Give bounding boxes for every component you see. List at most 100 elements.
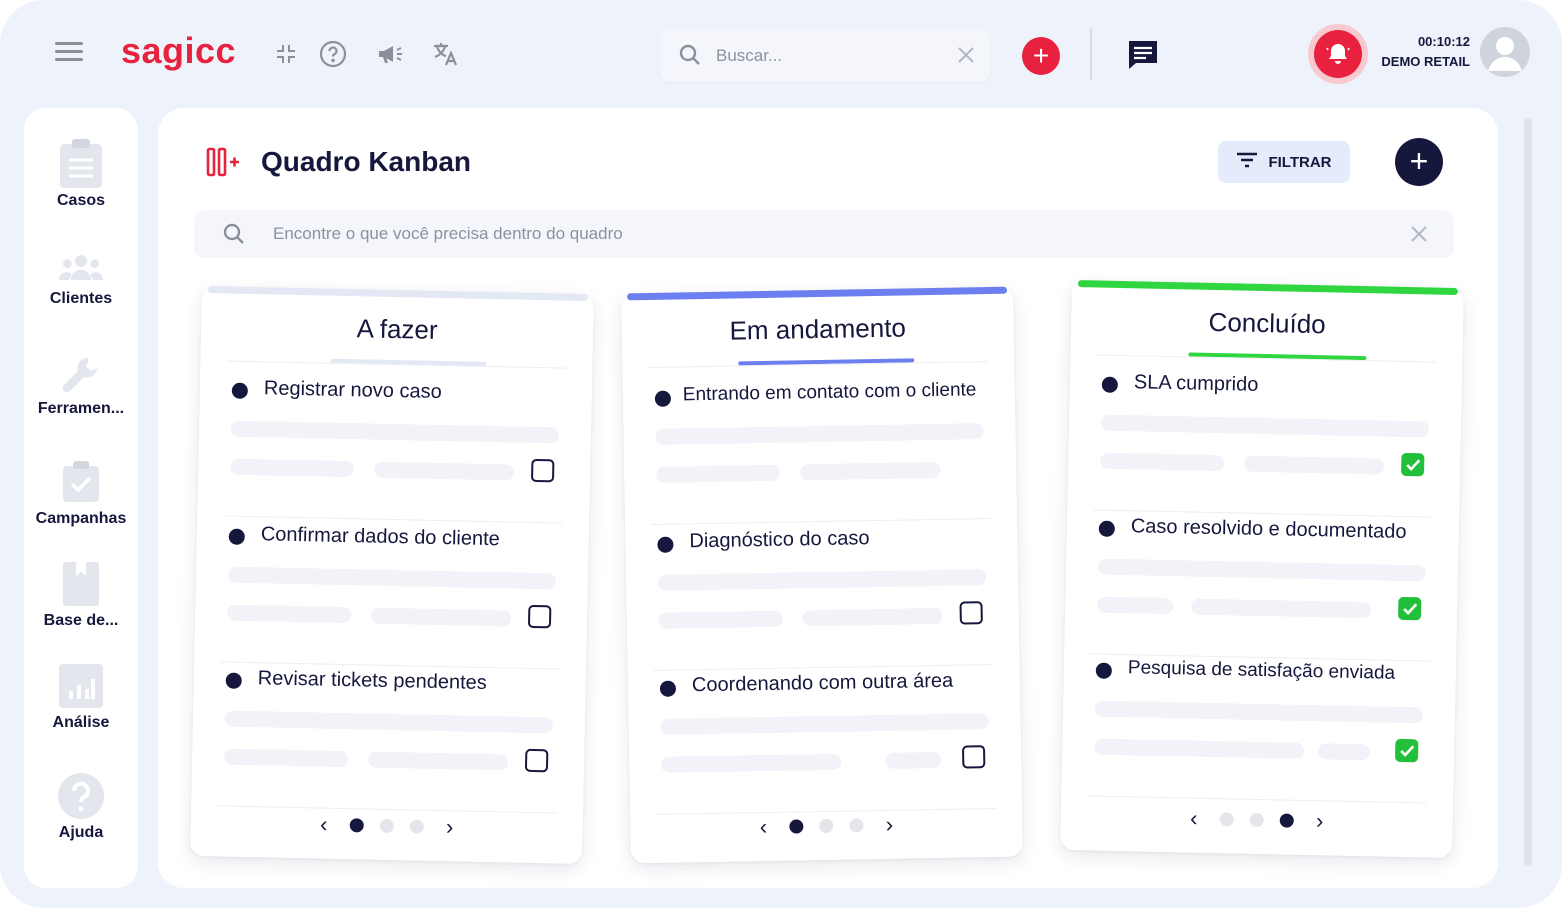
bullet-icon: [231, 382, 248, 399]
close-icon[interactable]: [956, 45, 976, 70]
kanban-column-in-progress: Em andamento Entrando em contato com o c…: [621, 286, 1023, 864]
sidebar-item-label: Ferramen...: [37, 400, 125, 417]
sidebar-item-label: Casos: [56, 192, 106, 209]
bullet-icon: [659, 680, 677, 697]
page-title: Quadro Kanban: [261, 146, 472, 177]
task-title: Pesquisa de satisfação enviada: [1127, 657, 1396, 684]
search-icon: [222, 222, 246, 251]
sidebar-item-casos[interactable]: Casos: [24, 138, 138, 210]
translate-icon[interactable]: [429, 38, 461, 70]
people-icon: [57, 248, 105, 288]
task-checkbox[interactable]: [524, 748, 549, 773]
task-card[interactable]: Entrando em contato com o cliente: [649, 377, 992, 525]
menu-icon[interactable]: [55, 42, 83, 64]
board-search[interactable]: Encontre o que você precisa dentro do qu…: [194, 210, 1454, 258]
column-title: Concluído: [1208, 306, 1326, 340]
kanban-column-todo: A fazer Registrar novo caso Confirmar da…: [190, 285, 594, 865]
task-checkbox[interactable]: [961, 745, 986, 769]
sidebar-item-ajuda[interactable]: Ajuda: [24, 770, 138, 842]
task-card[interactable]: Diagnóstico do caso: [651, 523, 994, 671]
sidebar: Casos Clientes Ferramen... Campanhas Bas…: [24, 108, 138, 888]
page-dot[interactable]: [1279, 813, 1294, 828]
chevron-left-icon[interactable]: ‹: [313, 811, 334, 837]
placeholder-line: [1318, 743, 1371, 761]
add-button[interactable]: +: [1022, 37, 1060, 75]
sidebar-item-label: Campanhas: [35, 510, 127, 527]
placeholder-line: [223, 748, 349, 768]
page-dot[interactable]: [849, 818, 864, 833]
app-logo[interactable]: sagicc: [121, 30, 236, 72]
megaphone-icon[interactable]: [374, 38, 406, 70]
filter-button[interactable]: FILTRAR: [1218, 141, 1350, 183]
global-search[interactable]: Buscar...: [660, 30, 990, 82]
help-circle-icon[interactable]: [317, 38, 349, 70]
column-title: Em andamento: [729, 312, 907, 346]
close-icon[interactable]: [1410, 225, 1428, 248]
sidebar-item-base[interactable]: Base de...: [24, 558, 138, 630]
sidebar-item-clientes[interactable]: Clientes: [24, 248, 138, 308]
user-avatar-icon[interactable]: [1480, 27, 1530, 77]
placeholder-line: [885, 751, 942, 769]
task-title: Registrar novo caso: [263, 377, 442, 403]
task-card[interactable]: Pesquisa de satisfação enviada: [1087, 654, 1430, 804]
clipboard-icon: [57, 138, 105, 190]
task-checkbox[interactable]: [959, 601, 983, 625]
page-dot[interactable]: [409, 819, 424, 834]
global-search-input[interactable]: Buscar...: [716, 46, 782, 66]
chevron-left-icon[interactable]: ‹: [1183, 805, 1204, 831]
column-pager: ‹ ›: [1061, 806, 1453, 834]
chevron-right-icon[interactable]: ›: [1309, 808, 1330, 834]
help-icon: [57, 770, 105, 822]
task-checkbox[interactable]: [530, 458, 555, 483]
task-checkbox-checked[interactable]: [1400, 452, 1425, 477]
task-title: Coordenando com outra área: [691, 669, 954, 697]
placeholder-line: [657, 569, 987, 591]
placeholder-line: [1244, 455, 1385, 475]
placeholder-line: [1100, 452, 1225, 472]
divider: [1087, 795, 1428, 804]
sidebar-item-campanhas[interactable]: Campanhas: [24, 456, 138, 528]
filter-icon: [1236, 152, 1258, 173]
page-dot[interactable]: [1249, 812, 1264, 828]
page-dot[interactable]: [789, 819, 804, 834]
task-card[interactable]: Coordenando com outra área: [654, 667, 997, 815]
column-title: A fazer: [356, 313, 438, 345]
sidebar-item-label: Clientes: [49, 290, 113, 307]
task-checkbox-checked[interactable]: [1397, 596, 1422, 621]
placeholder-line: [1094, 700, 1424, 724]
company-name: DEMO RETAIL: [1381, 54, 1470, 69]
chevron-right-icon[interactable]: ›: [439, 814, 460, 840]
task-card[interactable]: Caso resolvido e documentado: [1090, 512, 1433, 662]
task-card[interactable]: Registrar novo caso: [223, 374, 566, 524]
placeholder-line: [1191, 598, 1372, 619]
chat-icon[interactable]: [1126, 38, 1160, 77]
notifications-button[interactable]: [1308, 24, 1368, 84]
sidebar-item-ferramentas[interactable]: Ferramen...: [24, 354, 138, 418]
placeholder-line: [370, 607, 512, 627]
board-search-input[interactable]: Encontre o que você precisa dentro do qu…: [273, 224, 623, 244]
scrollbar[interactable]: [1524, 118, 1532, 866]
divider: [1090, 28, 1092, 80]
task-checkbox-checked[interactable]: [1394, 738, 1419, 763]
bullet-icon: [225, 672, 242, 689]
collapse-icon[interactable]: [270, 38, 302, 70]
sidebar-item-label: Análise: [52, 714, 110, 731]
add-task-button[interactable]: +: [1395, 138, 1443, 186]
kanban-icon: [206, 147, 242, 182]
page-dot[interactable]: [379, 818, 394, 834]
bullet-icon: [228, 528, 245, 545]
chevron-left-icon[interactable]: ‹: [753, 814, 773, 840]
task-card[interactable]: Confirmar dados do cliente: [220, 520, 563, 670]
page-dot[interactable]: [1219, 812, 1234, 827]
placeholder-line: [1100, 414, 1430, 438]
book-icon: [57, 558, 105, 610]
task-card[interactable]: SLA cumprido: [1093, 368, 1436, 518]
task-card[interactable]: Revisar tickets pendentes: [217, 664, 560, 814]
sidebar-item-analise[interactable]: Análise: [24, 660, 138, 732]
page-dot[interactable]: [819, 818, 834, 834]
session-timer: 00:10:12: [1417, 34, 1470, 49]
placeholder-line: [367, 751, 509, 771]
page-dot[interactable]: [349, 818, 364, 833]
chevron-right-icon[interactable]: ›: [879, 812, 899, 838]
task-checkbox[interactable]: [527, 604, 552, 629]
